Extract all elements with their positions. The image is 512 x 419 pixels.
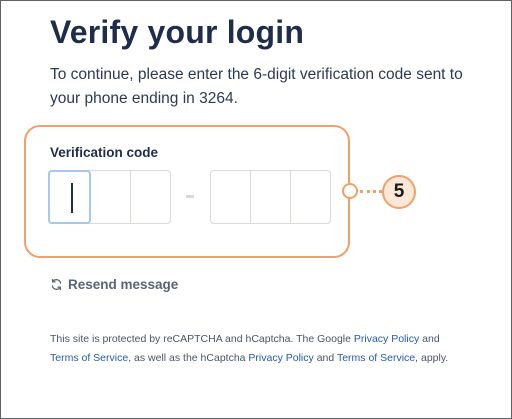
callout-connector-dot [342,183,358,199]
legal-text-1: This site is protected by reCAPTCHA and … [50,333,354,345]
legal-text-2: and [419,333,440,345]
verification-code-label: Verification code [50,145,159,160]
hcaptcha-terms-of-service-link[interactable]: Terms of Service [337,352,415,364]
code-group-second [210,170,331,224]
resend-message-button[interactable]: Resend message [50,277,178,292]
code-separator [186,195,194,198]
step-number-badge: 5 [382,175,416,209]
legal-notice: This site is protected by reCAPTCHA and … [50,330,460,367]
hcaptcha-privacy-policy-link[interactable]: Privacy Policy [248,352,313,364]
code-digit-4[interactable] [211,171,251,223]
legal-text-3: , as well as the hCaptcha [128,351,249,364]
code-digit-5[interactable] [251,171,291,223]
code-group-first [48,170,171,224]
page-title: Verify your login [50,14,305,50]
code-digit-1[interactable] [48,170,91,224]
code-digit-3[interactable] [131,171,170,223]
refresh-icon [51,278,62,291]
google-terms-of-service-link[interactable]: Terms of Service [50,352,128,364]
page-subtitle: To continue, please enter the 6-digit ve… [50,66,463,107]
legal-text-5: , apply. [415,351,449,364]
text-caret [71,183,73,213]
resend-message-label: Resend message [68,277,179,292]
google-privacy-policy-link[interactable]: Privacy Policy [354,333,419,345]
legal-text-4: and [313,351,337,364]
code-digit-6[interactable] [291,171,330,223]
code-digit-2[interactable] [91,171,131,223]
callout-connector-line [360,190,382,193]
